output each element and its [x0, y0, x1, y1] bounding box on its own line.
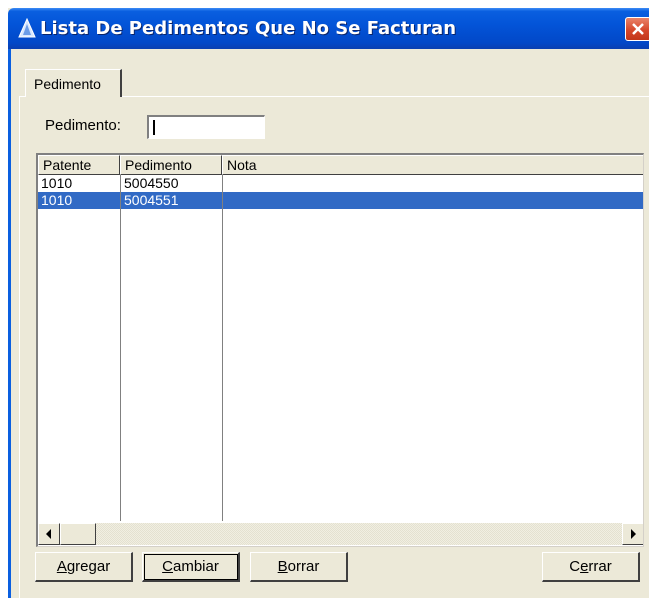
column-header-nota[interactable]: Nota: [222, 155, 643, 175]
borrar-button[interactable]: Borrar: [250, 552, 348, 582]
cambiar-button[interactable]: Cambiar: [142, 552, 240, 582]
cerrar-button[interactable]: Cerrar: [542, 552, 640, 582]
column-divider: [222, 175, 223, 521]
horizontal-scrollbar[interactable]: [38, 523, 643, 545]
cell-patente: 1010: [41, 175, 73, 191]
tab-control: Pedimento Pedimento: Patente Pedimento N…: [13, 49, 649, 598]
close-button[interactable]: [625, 17, 649, 41]
pedimento-input[interactable]: [147, 115, 265, 139]
scroll-left-button[interactable]: [38, 523, 60, 545]
tab-label: Pedimento: [34, 76, 101, 92]
table-row-selected[interactable]: 1010 5004551: [38, 192, 643, 209]
app-icon: [18, 18, 36, 38]
arrow-left-icon: [46, 529, 51, 539]
window-frame: [8, 49, 11, 598]
main-window: Lista De Pedimentos Que No Se Facturan P…: [8, 8, 649, 598]
pedimentos-grid[interactable]: Patente Pedimento Nota 1010 5004550 1010…: [36, 153, 644, 547]
cell-pedimento: 5004551: [124, 192, 179, 208]
grid-header: Patente Pedimento Nota: [38, 155, 643, 175]
arrow-right-icon: [631, 529, 636, 539]
pedimento-label: Pedimento:: [45, 117, 121, 134]
agregar-button[interactable]: Agregar: [35, 552, 133, 582]
window-title: Lista De Pedimentos Que No Se Facturan: [40, 18, 457, 39]
cell-nota: [223, 192, 226, 209]
cell-patente: 1010: [41, 192, 73, 208]
close-icon: [632, 23, 644, 35]
title-bar[interactable]: Lista De Pedimentos Que No Se Facturan: [8, 8, 649, 49]
column-header-patente[interactable]: Patente: [38, 155, 120, 175]
text-caret: [153, 120, 155, 135]
cell-nota: [223, 175, 226, 192]
column-divider: [120, 175, 121, 521]
scroll-right-button[interactable]: [622, 523, 643, 545]
column-header-pedimento[interactable]: Pedimento: [120, 155, 222, 175]
scroll-thumb[interactable]: [60, 523, 96, 545]
table-row[interactable]: 1010 5004550: [38, 175, 643, 192]
cell-pedimento: 5004550: [124, 175, 179, 191]
tab-pedimento[interactable]: Pedimento: [25, 69, 122, 97]
